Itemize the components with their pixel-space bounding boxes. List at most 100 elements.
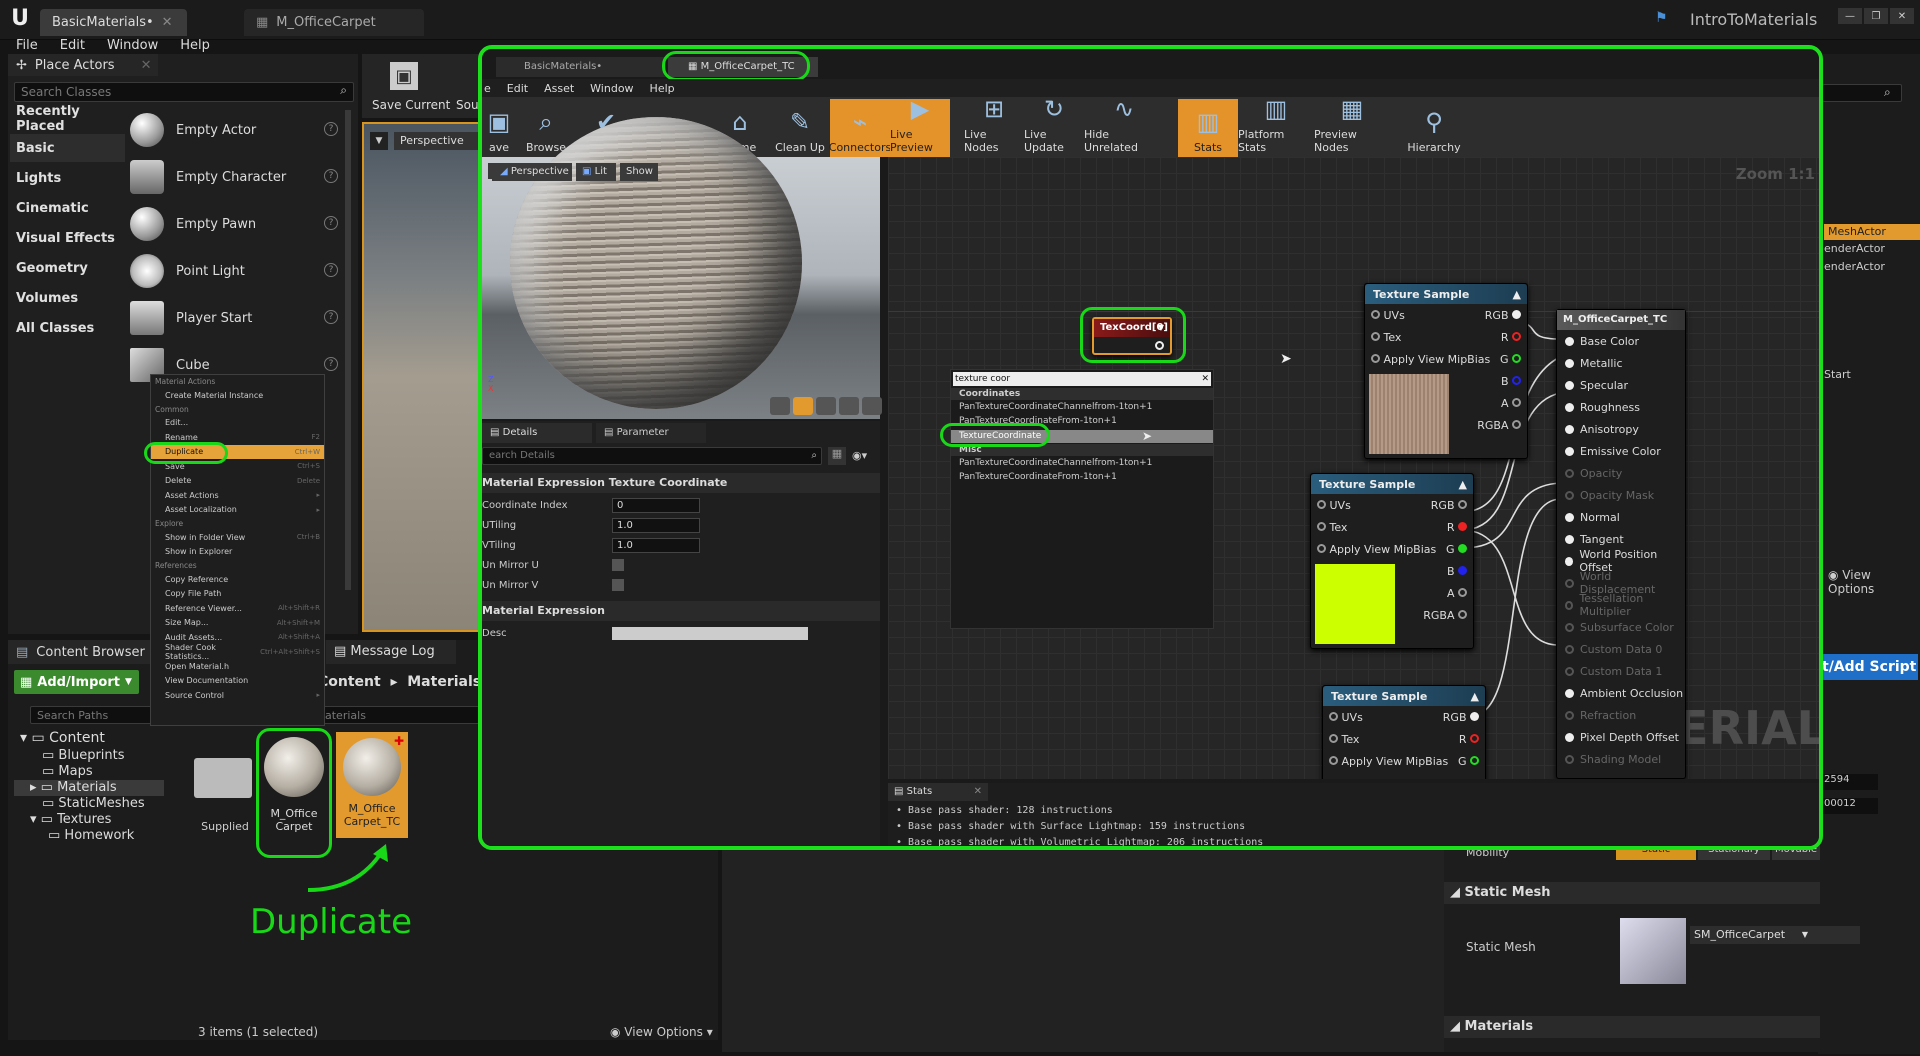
result-pin-row[interactable]: Base Color <box>1565 330 1685 352</box>
outliner-row[interactable]: enderActor <box>1824 260 1885 273</box>
menu-window[interactable]: Window <box>107 38 158 53</box>
r-output-pin[interactable] <box>1458 521 1467 531</box>
close-icon[interactable]: ✕ <box>974 783 982 801</box>
search-result-item[interactable]: PanTextureCoordinateFrom-1ton+1 <box>959 472 1117 482</box>
breadcrumb-content[interactable]: Content <box>318 674 381 690</box>
maximize-button[interactable]: ❐ <box>1864 8 1888 24</box>
input-pin[interactable] <box>1565 380 1574 390</box>
menu-item-view-documentation[interactable]: View Documentation <box>151 674 324 689</box>
result-pin-row[interactable]: Subsurface Color <box>1565 616 1685 638</box>
help-icon[interactable]: ? <box>324 263 338 277</box>
tab-m-officecarpet[interactable]: ▦ M_OfficeCarpet <box>244 9 424 36</box>
search-result-item[interactable]: PanTextureCoordinateChannelfrom-1ton+1 <box>959 458 1152 468</box>
minimize-button[interactable]: — <box>1838 8 1862 24</box>
me-menu-file[interactable]: e <box>484 82 491 95</box>
actor-point-light[interactable]: Point Light? <box>130 249 344 293</box>
menu-item-reference-viewer[interactable]: Reference Viewer... Alt+Shift+R <box>151 601 324 616</box>
input-pin[interactable] <box>1565 336 1574 346</box>
texture-sample-node-1[interactable]: Texture Sample ▲ UVs RGB Tex R Apply View M… <box>1364 283 1528 459</box>
search-result-item[interactable]: PanTextureCoordinateChannelfrom-1ton+1 <box>959 402 1152 412</box>
close-icon[interactable]: ✕ <box>141 58 152 73</box>
me-menu-window[interactable]: Window <box>590 82 633 95</box>
r-output-pin[interactable] <box>1512 331 1521 341</box>
input-pin[interactable] <box>1565 578 1574 588</box>
outliner-row[interactable]: enderActor <box>1824 242 1885 255</box>
input-pin[interactable] <box>1565 402 1574 412</box>
input-pin[interactable] <box>1565 666 1574 676</box>
input-pin[interactable] <box>1565 424 1574 434</box>
place-actors-tab[interactable]: ✢ Place Actors ✕ <box>8 54 158 76</box>
menu-item-shader-cook-statistics[interactable]: Shader Cook Statistics... Ctrl+Alt+Shift+… <box>151 643 324 661</box>
unreal-logo-icon[interactable]: U <box>8 6 32 31</box>
sphere-preview-icon[interactable] <box>793 397 813 415</box>
a-output-pin[interactable] <box>1458 587 1467 597</box>
level-viewport[interactable]: ▼ Perspective <box>362 122 484 632</box>
menu-item-copy-file-path[interactable]: Copy File Path <box>151 587 324 602</box>
perspective-button[interactable]: ◢ Perspective <box>492 163 572 181</box>
asset-m-officecarpet-tc[interactable]: ✚ M_Office Carpet_TC <box>336 732 408 838</box>
show-button[interactable]: Show <box>620 163 658 181</box>
checkbox[interactable] <box>612 559 624 571</box>
result-pin-row[interactable]: Ambient Occlusion <box>1565 682 1685 704</box>
collapse-icon[interactable]: ▲ <box>1513 288 1521 301</box>
actor-player-start[interactable]: Player Start? <box>130 296 344 340</box>
add-import-button[interactable]: ▦ Add/Import ▼ <box>14 670 139 694</box>
b-output-pin[interactable] <box>1458 565 1467 575</box>
details-tab[interactable]: ▤ Details <box>482 423 592 443</box>
tree-maps[interactable]: ▭ Maps <box>14 764 164 780</box>
prop-value-input[interactable]: 1.0 <box>612 517 700 533</box>
details-search-input[interactable]: earch Details ⌕ <box>482 447 822 465</box>
input-pin[interactable] <box>1565 644 1574 654</box>
category-volumes[interactable]: Volumes <box>10 284 125 312</box>
result-pin-row[interactable]: Opacity Mask <box>1565 484 1685 506</box>
lit-button[interactable]: ▣ Lit <box>576 163 616 181</box>
g-output-pin[interactable] <box>1470 755 1479 765</box>
static-mesh-section-header[interactable]: ◢ Static Mesh <box>1444 882 1820 904</box>
category-recently-placed[interactable]: Recently Placed <box>10 104 125 134</box>
result-pin-row[interactable]: Pixel Depth Offset <box>1565 726 1685 748</box>
input-pin[interactable] <box>1565 600 1574 610</box>
result-pin-row[interactable]: Shading Model <box>1565 748 1685 770</box>
clear-icon[interactable]: ✕ <box>1201 372 1209 386</box>
collapse-icon[interactable]: ▲ <box>1471 690 1479 703</box>
input-pin[interactable] <box>1565 446 1574 456</box>
menu-item-show-in-explorer[interactable]: Show in Explorer <box>151 545 324 560</box>
input-pin[interactable] <box>1565 622 1574 632</box>
outliner-row[interactable]: MeshActor <box>1824 224 1920 240</box>
tree-textures[interactable]: ▾ ▭ Textures <box>14 812 164 828</box>
actor-empty-actor[interactable]: Empty Actor? <box>130 108 344 152</box>
prop-value-input[interactable]: 0 <box>612 497 700 513</box>
result-pin-row[interactable]: Tangent <box>1565 528 1685 550</box>
rgba-output-pin[interactable] <box>1512 419 1521 429</box>
tree-blueprints[interactable]: ▭ Blueprints <box>14 748 164 764</box>
menu-help[interactable]: Help <box>180 38 210 53</box>
tree-materials[interactable]: ▸ ▭ Materials <box>14 780 164 796</box>
node-search-input[interactable]: texture coor ✕ <box>953 372 1211 386</box>
viewport-perspective-button[interactable]: Perspective <box>394 132 484 150</box>
input-pin[interactable] <box>1329 711 1338 721</box>
texture-sample-node-3[interactable]: Texture Sample ▲ UVs RGB Tex R Apply View M… <box>1322 685 1486 779</box>
tree-homework[interactable]: ▭ Homework <box>14 828 164 844</box>
category-basic[interactable]: Basic <box>10 134 125 162</box>
collapse-icon[interactable]: ▲ <box>1459 478 1467 491</box>
menu-item-source-control[interactable]: Source Control ▸ <box>151 688 324 703</box>
message-log-tab[interactable]: ▤ Message Log <box>326 640 456 664</box>
menu-file[interactable]: File <box>16 38 38 53</box>
input-pin[interactable] <box>1565 688 1574 698</box>
input-pin[interactable] <box>1317 521 1326 531</box>
input-pin[interactable] <box>1329 733 1338 743</box>
add-script-button[interactable]: t/Add Script <box>1818 654 1918 680</box>
category-geometry[interactable]: Geometry <box>10 254 125 282</box>
help-icon[interactable]: ? <box>324 310 338 324</box>
me-menu-asset[interactable]: Asset <box>544 82 574 95</box>
material-preview-viewport[interactable]: ◢ Perspective ▣ Lit Show ZX <box>482 117 882 419</box>
result-pin-row[interactable]: Roughness <box>1565 396 1685 418</box>
g-output-pin[interactable] <box>1458 543 1467 553</box>
toolbar-live-preview-button[interactable]: ▶ Live Preview <box>890 95 950 157</box>
r-output-pin[interactable] <box>1470 733 1479 743</box>
result-pin-row[interactable]: World Displacement <box>1565 570 1685 596</box>
result-pin-row[interactable]: Metallic <box>1565 352 1685 374</box>
transform-value[interactable]: 00012 <box>1822 798 1878 814</box>
outliner-view-options[interactable]: ◉ View Options <box>1828 568 1920 596</box>
result-pin-row[interactable]: Anisotropy <box>1565 418 1685 440</box>
